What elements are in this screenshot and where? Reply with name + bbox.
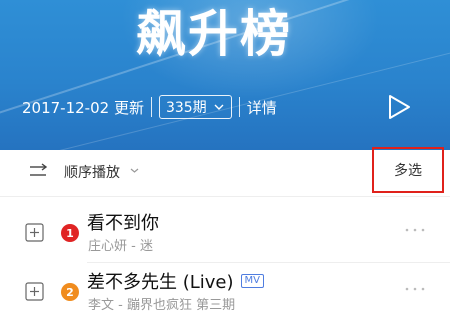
separator <box>238 97 240 117</box>
song-title-text: 看不到你 <box>87 213 159 234</box>
more-icon[interactable] <box>404 284 426 294</box>
song-title-text: 差不多先生 (Live) <box>87 272 234 293</box>
issue-select[interactable]: 335期 <box>158 95 232 119</box>
multi-select-label: 多选 <box>394 163 422 179</box>
divider <box>87 262 450 263</box>
chart-title: 飙升榜 <box>136 5 292 63</box>
song-title: 看不到你 <box>87 209 159 235</box>
update-date: 2017-12-02 更新 <box>22 98 144 117</box>
rank-badge: 1 <box>61 224 79 242</box>
multi-select-button[interactable]: 多选 <box>372 147 444 193</box>
mv-badge[interactable]: MV <box>240 274 264 288</box>
details-link[interactable]: 详情 <box>247 97 277 118</box>
order-play-label[interactable]: 顺序播放 <box>64 162 120 182</box>
issue-label: 335期 <box>165 100 207 116</box>
song-title: 差不多先生 (Live) MV <box>87 268 264 294</box>
chart-banner: 飙升榜 2017-12-02 更新 335期 详情 <box>0 0 450 150</box>
add-icon[interactable] <box>25 282 44 301</box>
order-play-icon[interactable] <box>28 161 48 181</box>
chevron-down-icon <box>214 104 224 110</box>
song-row[interactable]: 1 看不到你 庄心妍 - 迷 <box>0 207 450 262</box>
divider <box>0 196 450 197</box>
add-icon[interactable] <box>25 223 44 242</box>
banner-info-bar: 2017-12-02 更新 335期 详情 <box>22 93 277 121</box>
song-artist-album: 李文 - 蹦界也疯狂 第三期 <box>88 298 236 312</box>
chevron-down-icon[interactable] <box>130 163 139 177</box>
more-icon[interactable] <box>404 225 426 235</box>
play-icon[interactable] <box>383 92 413 122</box>
song-artist-album: 庄心妍 - 迷 <box>88 239 153 254</box>
rank-badge: 2 <box>61 283 79 301</box>
separator <box>150 97 152 117</box>
song-row[interactable]: 2 差不多先生 (Live) MV 李文 - 蹦界也疯狂 第三期 <box>0 266 450 312</box>
